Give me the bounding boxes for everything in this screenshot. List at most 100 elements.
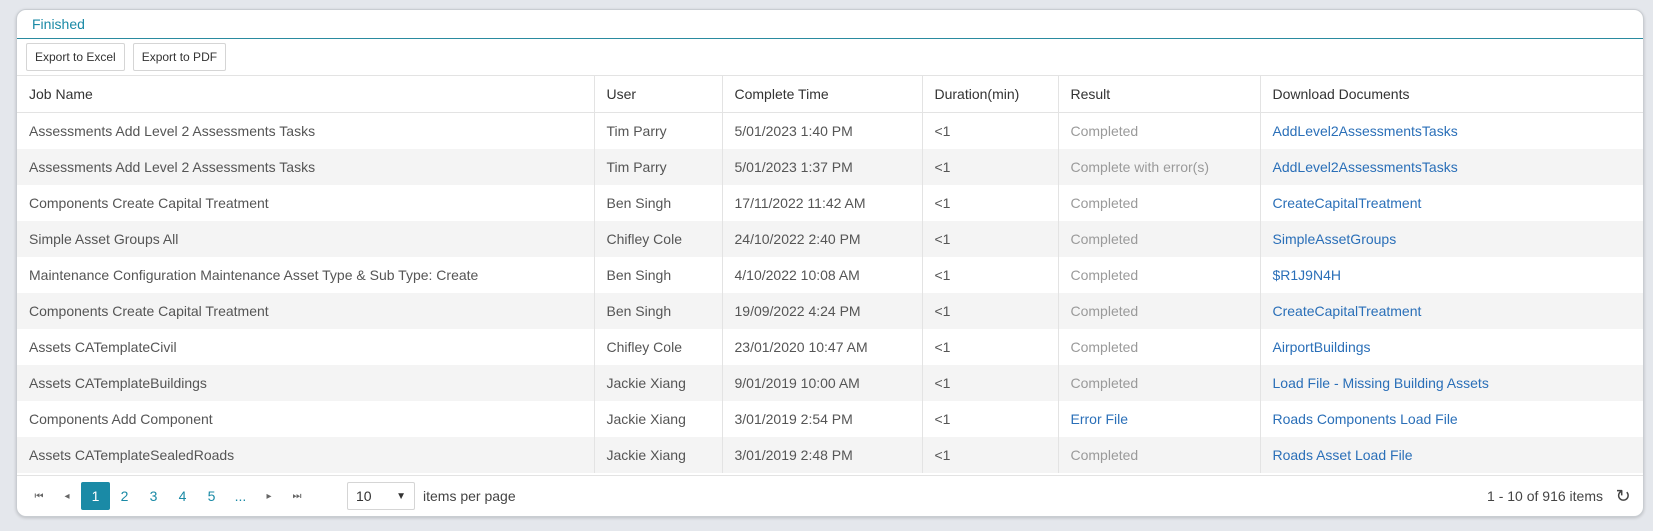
- cell-result: Completed: [1058, 293, 1261, 329]
- page-3-button[interactable]: 3: [139, 482, 168, 510]
- column-header-duration[interactable]: Duration(min): [922, 76, 1059, 113]
- cell-result: Completed: [1058, 112, 1261, 149]
- cell-duration: <1: [922, 257, 1059, 293]
- download-link[interactable]: AddLevel2AssessmentsTasks: [1260, 113, 1643, 150]
- error-file-link[interactable]: Error File: [1058, 401, 1261, 437]
- cell-result: Completed: [1058, 185, 1261, 221]
- pager: ⏮ ◂ 1 2 3 4 5 ... ▸ ⏭ 10 ▼ items per pag…: [17, 475, 1643, 516]
- cell-complete-time: 23/01/2020 10:47 AM: [722, 329, 923, 365]
- download-link[interactable]: AirportBuildings: [1260, 329, 1643, 365]
- cell-complete-time: 24/10/2022 2:40 PM: [722, 221, 923, 257]
- table-row: Assets CATemplateCivil Chifley Cole 23/0…: [17, 329, 1643, 365]
- table-row: Components Add Component Jackie Xiang 3/…: [17, 401, 1643, 437]
- page-2-button[interactable]: 2: [110, 482, 139, 510]
- cell-result: Completed: [1058, 257, 1261, 293]
- cell-complete-time: 3/01/2019 2:48 PM: [722, 437, 923, 473]
- export-excel-button[interactable]: Export to Excel: [26, 43, 125, 71]
- download-link[interactable]: Load File - Missing Building Assets: [1260, 365, 1643, 401]
- download-link[interactable]: AddLevel2AssessmentsTasks: [1260, 149, 1643, 185]
- cell-user: Jackie Xiang: [594, 437, 723, 473]
- cell-duration: <1: [922, 329, 1059, 365]
- cell-user: Chifley Cole: [594, 329, 723, 365]
- prev-page-icon[interactable]: ◂: [53, 491, 81, 502]
- download-link[interactable]: Roads Components Load File: [1260, 401, 1643, 437]
- cell-job-name: Simple Asset Groups All: [17, 221, 595, 257]
- cell-user: Jackie Xiang: [594, 365, 723, 401]
- cell-result: Complete with error(s): [1058, 149, 1261, 185]
- column-header-user[interactable]: User: [594, 76, 723, 113]
- table-row: Assets CATemplateSealedRoads Jackie Xian…: [17, 437, 1643, 473]
- jobs-table: Job Name User Complete Time Duration(min…: [17, 76, 1643, 473]
- toolbar: Export to Excel Export to PDF: [17, 39, 1643, 76]
- cell-user: Tim Parry: [594, 149, 723, 185]
- cell-job-name: Assets CATemplateSealedRoads: [17, 437, 595, 473]
- column-header-complete-time[interactable]: Complete Time: [722, 76, 923, 113]
- cell-complete-time: 3/01/2019 2:54 PM: [722, 401, 923, 437]
- last-page-icon[interactable]: ⏭: [283, 491, 311, 502]
- table-row: Components Create Capital Treatment Ben …: [17, 185, 1643, 221]
- cell-job-name: Assets CATemplateBuildings: [17, 365, 595, 401]
- table-row: Assets CATemplateBuildings Jackie Xiang …: [17, 365, 1643, 401]
- cell-complete-time: 19/09/2022 4:24 PM: [722, 293, 923, 329]
- page-1-button[interactable]: 1: [81, 482, 110, 510]
- cell-complete-time: 5/01/2023 1:37 PM: [722, 149, 923, 185]
- cell-user: Ben Singh: [594, 257, 723, 293]
- cell-job-name: Components Create Capital Treatment: [17, 185, 595, 221]
- panel-title: Finished: [32, 16, 85, 32]
- cell-job-name: Components Create Capital Treatment: [17, 293, 595, 329]
- cell-duration: <1: [922, 401, 1059, 437]
- table-row: Maintenance Configuration Maintenance As…: [17, 257, 1643, 293]
- cell-job-name: Assessments Add Level 2 Assessments Task…: [17, 149, 595, 185]
- cell-user: Ben Singh: [594, 293, 723, 329]
- cell-complete-time: 9/01/2019 10:00 AM: [722, 365, 923, 401]
- table-row: Simple Asset Groups All Chifley Cole 24/…: [17, 221, 1643, 257]
- cell-job-name: Components Add Component: [17, 401, 595, 437]
- cell-user: Chifley Cole: [594, 221, 723, 257]
- refresh-icon[interactable]: ↻: [1603, 486, 1643, 507]
- cell-duration: <1: [922, 112, 1059, 149]
- page-4-button[interactable]: 4: [168, 482, 197, 510]
- table-row: Components Create Capital Treatment Ben …: [17, 293, 1643, 329]
- more-pages-button[interactable]: ...: [226, 482, 255, 510]
- download-link[interactable]: $R1J9N4H: [1260, 257, 1643, 293]
- cell-duration: <1: [922, 365, 1059, 401]
- finished-panel: Finished Export to Excel Export to PDF J…: [16, 9, 1644, 517]
- cell-duration: <1: [922, 293, 1059, 329]
- table-header-row: Job Name User Complete Time Duration(min…: [17, 76, 1643, 113]
- cell-job-name: Assets CATemplateCivil: [17, 329, 595, 365]
- column-header-job-name[interactable]: Job Name: [17, 76, 595, 113]
- cell-duration: <1: [922, 221, 1059, 257]
- panel-header: Finished: [17, 10, 1643, 39]
- cell-result: Completed: [1058, 365, 1261, 401]
- cell-duration: <1: [922, 437, 1059, 473]
- table-row: Assessments Add Level 2 Assessments Task…: [17, 149, 1643, 185]
- next-page-icon[interactable]: ▸: [255, 491, 283, 502]
- download-link[interactable]: CreateCapitalTreatment: [1260, 185, 1643, 221]
- first-page-icon[interactable]: ⏮: [25, 491, 53, 502]
- cell-job-name: Assessments Add Level 2 Assessments Task…: [17, 112, 595, 149]
- cell-complete-time: 17/11/2022 11:42 AM: [722, 185, 923, 221]
- chevron-down-icon: ▼: [396, 490, 406, 502]
- cell-user: Jackie Xiang: [594, 401, 723, 437]
- download-link[interactable]: Roads Asset Load File: [1260, 437, 1643, 473]
- download-link[interactable]: CreateCapitalTreatment: [1260, 293, 1643, 329]
- pager-info: 1 - 10 of 916 items: [1487, 488, 1603, 504]
- page-size-value: 10: [356, 488, 372, 504]
- cell-job-name: Maintenance Configuration Maintenance As…: [17, 257, 595, 293]
- cell-result: Completed: [1058, 329, 1261, 365]
- export-pdf-button[interactable]: Export to PDF: [132, 43, 227, 71]
- cell-complete-time: 4/10/2022 10:08 AM: [722, 257, 923, 293]
- download-link[interactable]: SimpleAssetGroups: [1260, 221, 1643, 257]
- page-5-button[interactable]: 5: [197, 482, 226, 510]
- cell-duration: <1: [922, 185, 1059, 221]
- cell-duration: <1: [922, 149, 1059, 185]
- table-row: Assessments Add Level 2 Assessments Task…: [17, 112, 1643, 150]
- items-per-page-label: items per page: [423, 488, 516, 504]
- cell-complete-time: 5/01/2023 1:40 PM: [722, 112, 923, 149]
- cell-result: Completed: [1058, 221, 1261, 257]
- cell-user: Tim Parry: [594, 112, 723, 149]
- column-header-download-documents[interactable]: Download Documents: [1260, 76, 1643, 113]
- page-size-select[interactable]: 10 ▼: [347, 482, 415, 510]
- column-header-result[interactable]: Result: [1058, 76, 1261, 113]
- cell-result: Completed: [1058, 437, 1261, 473]
